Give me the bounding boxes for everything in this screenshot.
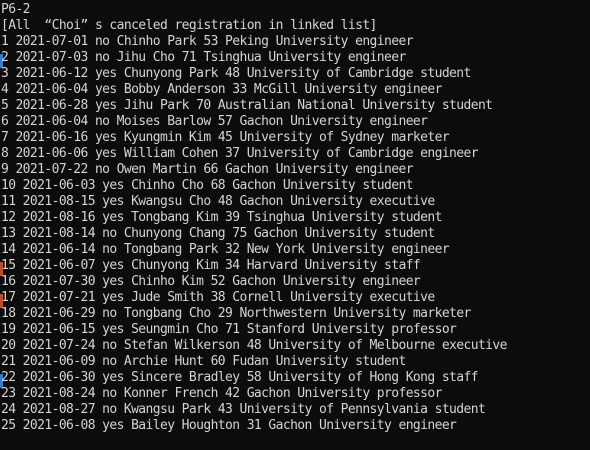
console-line: 6 2021-06-04 no Moises Barlow 57 Gachon …: [1, 114, 428, 129]
console-line: 8 2021-06-06 yes William Cohen 37 Univer…: [1, 146, 479, 161]
console-line: 22 2021-06-30 yes Sincere Bradley 58 Uni…: [1, 370, 479, 385]
console-line: 5 2021-06-28 yes Jihu Park 70 Australian…: [1, 98, 493, 113]
console-line: 2 2021-07-03 no Jihu Cho 71 Tsinghua Uni…: [1, 50, 406, 65]
console-line: 12 2021-08-16 yes Tongbang Kim 39 Tsingh…: [1, 210, 442, 225]
console-line: 18 2021-06-29 no Tongbang Cho 29 Northwe…: [1, 306, 471, 321]
console-line: 25 2021-06-08 yes Bailey Houghton 31 Gac…: [1, 418, 457, 433]
console-line: 20 2021-07-24 no Stefan Wilkerson 48 Uni…: [1, 338, 507, 353]
console-line: 19 2021-06-15 yes Seungmin Cho 71 Stanfo…: [1, 322, 457, 337]
console-output: P6-2 [All “Choi” s canceled registration…: [1, 2, 590, 434]
console-line: 15 2021-06-07 yes Chunyong Kim 34 Harvar…: [1, 258, 421, 273]
console-line: 16 2021-07-30 yes Chinho Kim 52 Gachon U…: [1, 274, 421, 289]
console-line: [All “Choi” s canceled registration in l…: [1, 18, 377, 33]
console-line: 3 2021-06-12 yes Chunyong Park 48 Univer…: [1, 66, 471, 81]
console-line: 11 2021-08-15 yes Kwangsu Cho 48 Gachon …: [1, 194, 435, 209]
console-line: 21 2021-06-09 no Archie Hunt 60 Fudan Un…: [1, 354, 406, 369]
console-line: 9 2021-07-22 no Owen Martin 66 Gachon Un…: [1, 162, 414, 177]
console-line: 23 2021-08-24 no Konner French 42 Gachon…: [1, 386, 442, 401]
console-line: 7 2021-06-16 yes Kyungmin Kim 45 Univers…: [1, 130, 450, 145]
console-line: 17 2021-07-21 yes Jude Smith 38 Cornell …: [1, 290, 435, 305]
console-line: 14 2021-06-14 no Tongbang Park 32 New Yo…: [1, 242, 450, 257]
console-line: 10 2021-06-03 yes Chinho Cho 68 Gachon U…: [1, 178, 414, 193]
console-line: 24 2021-08-27 no Kwangsu Park 43 Univers…: [1, 402, 486, 417]
console-line: 4 2021-06-04 yes Bobby Anderson 33 McGil…: [1, 82, 442, 97]
console-line: P6-2: [1, 2, 31, 17]
console-window[interactable]: P6-2 [All “Choi” s canceled registration…: [0, 0, 590, 450]
console-line: 13 2021-08-14 no Chunyong Chang 75 Gacho…: [1, 226, 435, 241]
console-line: 1 2021-07-01 no Chinho Park 53 Peking Un…: [1, 34, 414, 49]
